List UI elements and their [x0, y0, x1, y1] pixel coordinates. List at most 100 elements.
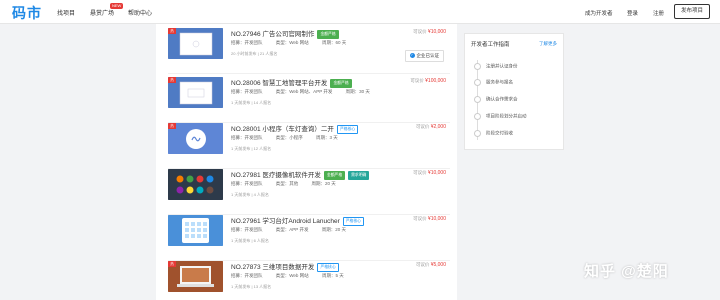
- price-label: 可议价: [413, 216, 427, 221]
- meta-recruit: 招募：开发团队: [231, 40, 263, 45]
- price-label: 可议价: [413, 29, 427, 34]
- project-meta: 招募：开发团队 类型：Web 网站 周期：60 天: [231, 40, 358, 46]
- become-developer-link[interactable]: 成为开发者: [585, 9, 613, 17]
- app-icons-grid-icon: [168, 169, 223, 200]
- price-value: ¥5,000: [430, 262, 446, 268]
- project-thumbnail[interactable]: 热: [168, 28, 223, 59]
- hot-tag: 热: [168, 28, 176, 34]
- meta-period: 周期：30 天: [345, 89, 370, 94]
- project-title[interactable]: NO.27981 医疗摄像机软件开发 金额严格 需求明确: [231, 169, 370, 180]
- project-thumbnail[interactable]: 热: [168, 261, 223, 292]
- website-mockup-icon: [168, 77, 223, 108]
- project-meta: 招募：开发团队 类型：Web 网站、APP 开发 周期：30 天: [231, 89, 382, 95]
- price-label: 可议价: [413, 170, 427, 175]
- new-badge: NEW: [110, 3, 124, 9]
- project-card[interactable]: NO.27981 医疗摄像机软件开发 金额严格 需求明确 可议价 ¥10,000 招…: [168, 167, 450, 215]
- status-badge: 严格核心: [317, 262, 339, 272]
- project-sub-info: 1 天前发布 | 13 人报名: [231, 284, 272, 289]
- project-thumbnail[interactable]: [168, 215, 223, 246]
- price-value: ¥10,000: [427, 29, 446, 35]
- meta-period: 周期：60 天: [321, 40, 347, 45]
- project-card[interactable]: 热 NO.27946 广告公司官网制作 金额严格 可议价 ¥10,000 招募：开…: [168, 26, 450, 74]
- guide-step[interactable]: 服务参与报名: [474, 79, 513, 86]
- step-dot-icon: [474, 96, 481, 103]
- status-badge: 需求明确: [348, 170, 370, 180]
- hot-tag: 热: [168, 77, 176, 83]
- meta-type: 类型：Web 网站: [275, 273, 309, 278]
- project-thumbnail[interactable]: [168, 169, 223, 200]
- project-thumbnail[interactable]: 热: [168, 77, 223, 108]
- step-dot-icon: [474, 130, 481, 137]
- meta-type: 类型：Web 网站: [275, 40, 309, 45]
- meta-period: 周期：3 天: [316, 135, 338, 140]
- meta-type: 类型：Web 网站、APP 开发: [275, 89, 333, 94]
- miniprogram-icon: [168, 123, 223, 154]
- project-title[interactable]: NO.28001 小程序（车灯查询）二开 严格核心: [231, 123, 359, 134]
- price-value: ¥100,000: [425, 78, 446, 84]
- top-navbar: 码市 找项目 悬赏广场 NEW 帮助中心 成为开发者 登录 注册 发布项目: [0, 0, 720, 24]
- project-sub-info: 1 天前发布 | 4 人报名: [231, 192, 269, 197]
- project-title-text[interactable]: NO.28001 小程序（车灯查询）二开: [231, 126, 334, 133]
- price-label: 可议价: [415, 262, 430, 267]
- project-title[interactable]: NO.27946 广告公司官网制作 金额严格: [231, 28, 339, 39]
- meta-recruit: 招募：开发团队: [231, 181, 263, 186]
- price-label: 可议价: [415, 124, 430, 129]
- status-badge: 金额严格: [323, 170, 346, 180]
- project-sub-info: 1 天前发布 | 12 人报名: [231, 146, 272, 151]
- meta-recruit: 招募：开发团队: [231, 227, 263, 232]
- project-price: 可议价 ¥10,000: [413, 216, 446, 222]
- meta-recruit: 招募：开发团队: [231, 89, 263, 94]
- register-link[interactable]: 注册: [653, 9, 664, 17]
- nav-bounty-square[interactable]: 悬赏广场: [90, 8, 114, 17]
- project-title-text[interactable]: NO.27873 三维项目数据开发: [231, 264, 314, 271]
- verified-badge: ✓ 企业已认证: [404, 50, 444, 62]
- nav-find-projects[interactable]: 找项目: [57, 8, 75, 17]
- website-mockup-icon: [168, 28, 223, 59]
- project-meta: 招募：开发团队 类型：小程序 周期：3 天: [231, 135, 350, 141]
- project-title[interactable]: NO.27873 三维项目数据开发 严格核心: [231, 261, 339, 272]
- hot-tag: 热: [168, 123, 176, 129]
- project-title-text[interactable]: NO.27981 医疗摄像机软件开发: [231, 172, 321, 179]
- meta-recruit: 招募：开发团队: [231, 135, 263, 140]
- price-value: ¥10,000: [427, 216, 446, 222]
- guide-step[interactable]: 阶段交付验收: [474, 130, 513, 137]
- meta-recruit: 招募：开发团队: [231, 273, 263, 278]
- price-value: ¥10,000: [427, 170, 446, 176]
- step-dot-icon: [474, 113, 481, 120]
- developer-guide-panel: 开发者工作指南 了解更多 注册并认证身份 服务参与报名 确认合作需求合 项目阶段…: [464, 33, 564, 150]
- step-dot-icon: [474, 63, 481, 70]
- project-thumbnail[interactable]: 热: [168, 123, 223, 154]
- guide-step[interactable]: 注册并认证身份: [474, 63, 518, 70]
- project-title[interactable]: NO.27961 学习台灯Android Lanucher 严格核心: [231, 215, 364, 226]
- guide-more-link[interactable]: 了解更多: [539, 41, 557, 47]
- guide-step[interactable]: 项目阶段划分并启动: [474, 113, 527, 120]
- guide-step[interactable]: 确认合作需求合: [474, 96, 518, 103]
- meta-period: 周期：20 天: [311, 181, 336, 186]
- project-sub-info: 20 小时前发布 | 21 人报名: [231, 51, 278, 56]
- project-card[interactable]: 热 NO.27873 三维项目数据开发 严格核心 可议价 ¥5,000 招募：开发…: [168, 259, 450, 300]
- project-card[interactable]: 热 NO.28006 智慧工地管理平台开发 金额严格 可议价 ¥100,000 招…: [168, 75, 450, 123]
- project-meta: 招募：开发团队 类型：其他 周期：20 天: [231, 181, 348, 187]
- site-logo[interactable]: 码市: [12, 3, 42, 23]
- project-title-text[interactable]: NO.27946 广告公司官网制作: [231, 31, 314, 38]
- meta-type: 类型：其他: [275, 181, 299, 186]
- login-link[interactable]: 登录: [627, 9, 638, 17]
- project-card[interactable]: NO.27961 学习台灯Android Lanucher 严格核心 可议价 ¥1…: [168, 213, 450, 261]
- step-dot-icon: [474, 79, 481, 86]
- hot-tag: 热: [168, 261, 176, 267]
- project-card[interactable]: 热 NO.28001 小程序（车灯查询）二开 严格核心 可议价 ¥2,000 招募…: [168, 121, 450, 169]
- project-price: 可议价 ¥5,000: [416, 262, 446, 268]
- project-title[interactable]: NO.28006 智慧工地管理平台开发 金额严格: [231, 77, 352, 88]
- tablet-app-icon: [168, 215, 223, 246]
- step-label: 阶段交付验收: [486, 130, 513, 136]
- publish-project-button[interactable]: 发布项目: [674, 4, 710, 19]
- price-value: ¥2,000: [430, 124, 446, 130]
- project-title-text[interactable]: NO.28006 智慧工地管理平台开发: [231, 80, 327, 87]
- price-label: 可议价: [410, 78, 424, 83]
- laptop-3d-icon: [168, 261, 223, 292]
- status-badge: 金额严格: [330, 78, 352, 88]
- nav-help-center[interactable]: 帮助中心: [128, 8, 152, 17]
- project-title-text[interactable]: NO.27961 学习台灯Android Lanucher: [231, 218, 340, 225]
- project-meta: 招募：开发团队 类型：APP 开发 周期：20 天: [231, 227, 358, 233]
- zhihu-watermark: 知乎 @楚阳: [584, 263, 669, 280]
